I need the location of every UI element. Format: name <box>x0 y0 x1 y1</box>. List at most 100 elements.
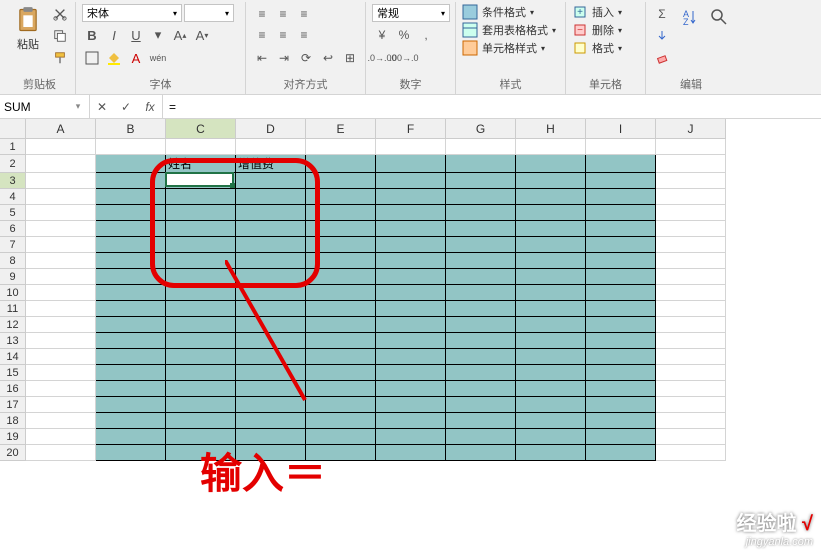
bold-button[interactable]: B <box>82 25 102 45</box>
col-header-I[interactable]: I <box>586 119 656 139</box>
cell[interactable] <box>166 301 236 317</box>
font-color-button[interactable]: A <box>126 48 146 68</box>
cell[interactable] <box>26 381 96 397</box>
conditional-format-button[interactable]: 条件格式▾ <box>462 4 559 20</box>
cell[interactable] <box>96 205 166 221</box>
cell-styles-button[interactable]: 单元格样式▾ <box>462 40 559 56</box>
cell[interactable] <box>656 301 726 317</box>
cell[interactable] <box>656 317 726 333</box>
row-header-9[interactable]: 9 <box>0 269 26 285</box>
cell[interactable] <box>96 445 166 461</box>
cell[interactable] <box>586 205 656 221</box>
cell[interactable] <box>516 139 586 155</box>
cell[interactable] <box>166 237 236 253</box>
borders-button[interactable] <box>82 48 102 68</box>
insert-button[interactable]: +插入▾ <box>572 4 639 20</box>
cut-button[interactable] <box>50 4 70 24</box>
cell[interactable] <box>236 139 306 155</box>
select-all-corner[interactable] <box>0 119 26 139</box>
cell[interactable] <box>236 445 306 461</box>
cancel-formula-button[interactable]: ✕ <box>90 100 114 114</box>
cell[interactable] <box>586 237 656 253</box>
comma-button[interactable]: , <box>416 25 436 45</box>
row-header-2[interactable]: 2 <box>0 155 26 173</box>
cell[interactable] <box>376 301 446 317</box>
cell[interactable] <box>236 221 306 237</box>
cell[interactable] <box>96 253 166 269</box>
cell[interactable] <box>586 253 656 269</box>
cell[interactable] <box>656 189 726 205</box>
cell[interactable] <box>236 285 306 301</box>
cell[interactable] <box>446 237 516 253</box>
cell[interactable] <box>26 253 96 269</box>
cell[interactable] <box>376 397 446 413</box>
cell[interactable] <box>516 349 586 365</box>
cell[interactable] <box>26 285 96 301</box>
cell[interactable] <box>96 221 166 237</box>
cell[interactable] <box>26 189 96 205</box>
cell[interactable] <box>166 413 236 429</box>
cell[interactable] <box>446 205 516 221</box>
cell[interactable] <box>236 429 306 445</box>
cell[interactable] <box>446 139 516 155</box>
cell[interactable] <box>306 349 376 365</box>
cell[interactable] <box>516 317 586 333</box>
cell[interactable] <box>376 139 446 155</box>
increase-indent-button[interactable]: ⇥ <box>274 48 294 68</box>
col-header-F[interactable]: F <box>376 119 446 139</box>
row-header-17[interactable]: 17 <box>0 397 26 413</box>
cell[interactable] <box>586 173 656 189</box>
cell[interactable] <box>586 445 656 461</box>
cell[interactable] <box>376 317 446 333</box>
cell[interactable] <box>166 349 236 365</box>
cell[interactable] <box>166 429 236 445</box>
cell[interactable] <box>26 349 96 365</box>
fx-button[interactable]: fx <box>138 100 162 114</box>
cell[interactable] <box>236 413 306 429</box>
clear-button[interactable] <box>652 48 672 68</box>
cell[interactable] <box>516 253 586 269</box>
row-header-14[interactable]: 14 <box>0 349 26 365</box>
cell[interactable] <box>26 221 96 237</box>
format-painter-button[interactable] <box>50 48 70 68</box>
cell[interactable] <box>96 429 166 445</box>
cell[interactable] <box>306 445 376 461</box>
cell[interactable] <box>446 173 516 189</box>
cell[interactable] <box>516 189 586 205</box>
cell[interactable] <box>376 189 446 205</box>
cell[interactable] <box>166 333 236 349</box>
cell[interactable] <box>166 445 236 461</box>
cell[interactable] <box>446 365 516 381</box>
cell[interactable] <box>446 445 516 461</box>
cell[interactable] <box>306 397 376 413</box>
cell[interactable] <box>96 413 166 429</box>
increase-font-button[interactable]: A▴ <box>170 25 190 45</box>
cell[interactable] <box>166 381 236 397</box>
format-button[interactable]: 格式▾ <box>572 40 639 56</box>
cell[interactable] <box>586 365 656 381</box>
cell[interactable] <box>376 413 446 429</box>
cell[interactable] <box>586 285 656 301</box>
phonetic-button[interactable]: wén <box>148 48 168 68</box>
cell[interactable] <box>236 381 306 397</box>
cell[interactable] <box>376 445 446 461</box>
col-header-H[interactable]: H <box>516 119 586 139</box>
row-header-6[interactable]: 6 <box>0 221 26 237</box>
cell[interactable] <box>96 189 166 205</box>
cell[interactable] <box>376 237 446 253</box>
cell[interactable] <box>236 317 306 333</box>
sort-filter-button[interactable]: AZ <box>676 4 702 30</box>
border-dropdown[interactable]: ▾ <box>148 25 168 45</box>
cell[interactable] <box>236 237 306 253</box>
cell[interactable] <box>446 221 516 237</box>
cell[interactable] <box>306 173 376 189</box>
cell[interactable] <box>96 397 166 413</box>
cell[interactable] <box>306 429 376 445</box>
cell[interactable] <box>376 205 446 221</box>
cell[interactable] <box>96 173 166 189</box>
cell[interactable] <box>96 301 166 317</box>
cell[interactable] <box>236 365 306 381</box>
formula-input[interactable]: = <box>163 95 821 118</box>
decrease-indent-button[interactable]: ⇤ <box>252 48 272 68</box>
cell[interactable] <box>586 269 656 285</box>
